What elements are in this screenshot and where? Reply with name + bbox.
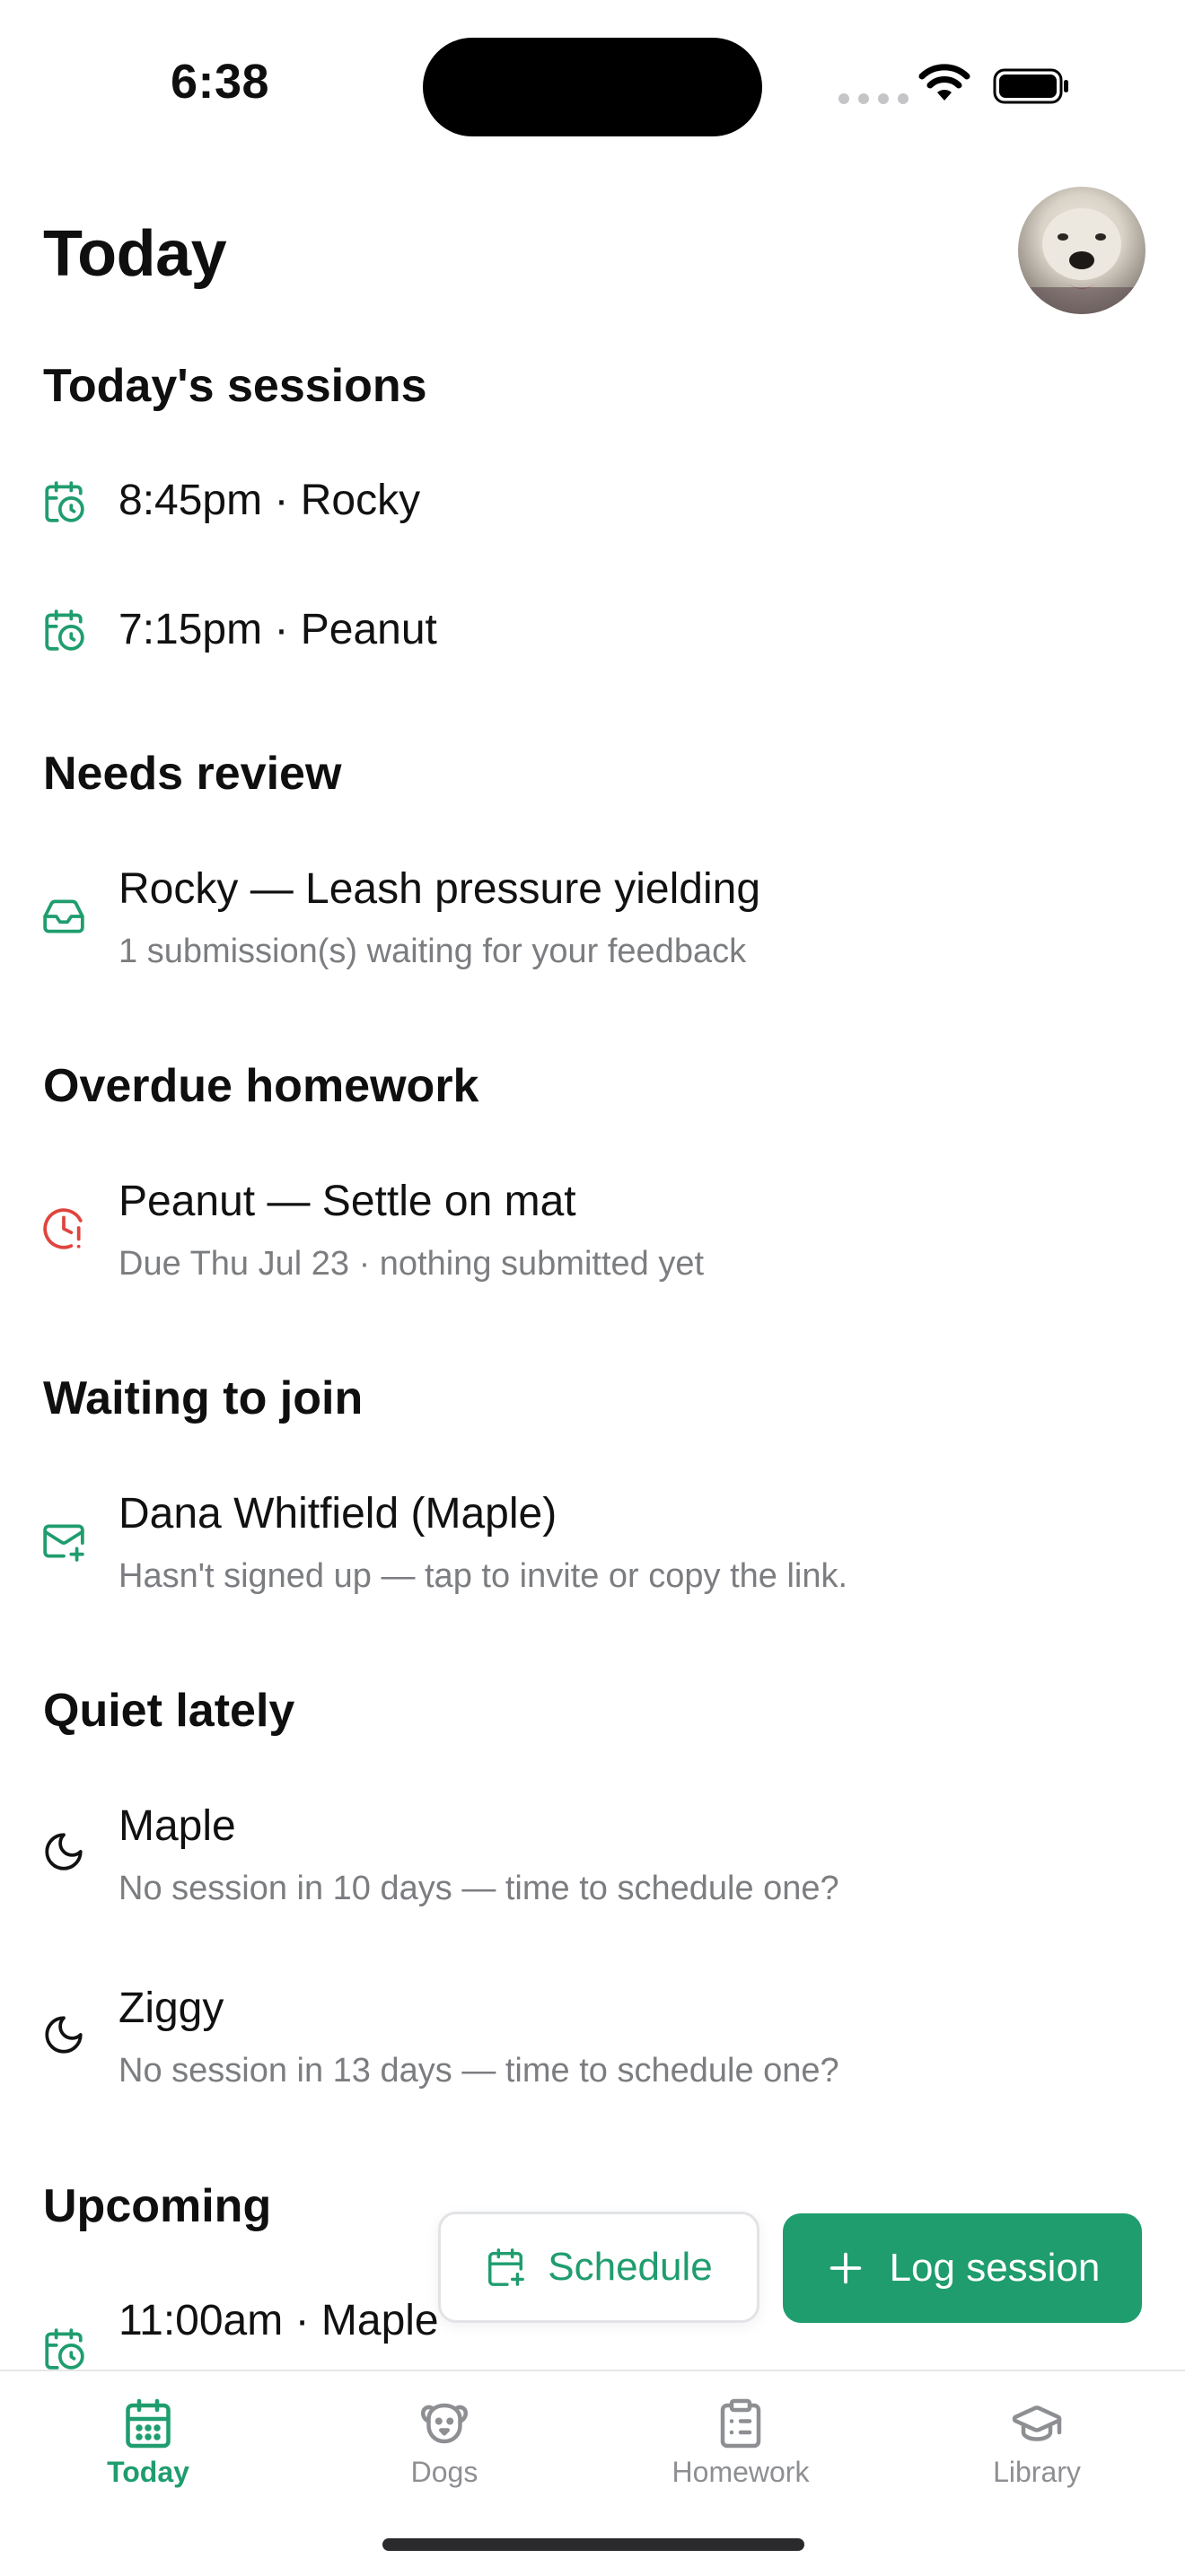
- session-item[interactable]: 8:45pm · Rocky: [118, 474, 420, 528]
- mail-plus-icon: [41, 1519, 86, 1564]
- log-session-button-label: Log session: [889, 2246, 1101, 2290]
- dynamic-island: [423, 38, 762, 136]
- review-item-subtitle: 1 submission(s) waiting for your feedbac…: [118, 933, 747, 970]
- moon-icon: [41, 1829, 86, 1874]
- status-time: 6:38: [171, 55, 270, 109]
- home-indicator: [382, 2538, 804, 2551]
- section-title-waiting-to-join: Waiting to join: [43, 1372, 364, 1424]
- cellular-signal-icon: [838, 93, 908, 104]
- graduation-cap-icon: [1012, 2405, 1062, 2441]
- overdue-item-title[interactable]: Peanut — Settle on mat: [118, 1175, 576, 1229]
- tab-dogs[interactable]: Dogs: [296, 2396, 592, 2489]
- calendar-icon: [126, 2398, 171, 2449]
- calendar-clock-icon: [41, 479, 86, 524]
- quiet-item-title[interactable]: Ziggy: [118, 1982, 224, 2036]
- dog-photo-icon: [1018, 208, 1146, 314]
- section-title-quiet-lately: Quiet lately: [43, 1685, 295, 1737]
- review-item-title[interactable]: Rocky — Leash pressure yielding: [118, 863, 760, 916]
- calendar-plus-icon: [488, 2248, 525, 2286]
- wifi-icon: [917, 63, 971, 104]
- tab-label: Today: [107, 2456, 189, 2488]
- clock-alert-icon: [41, 1206, 86, 1251]
- section-title-overdue-homework: Overdue homework: [43, 1060, 479, 1112]
- section-title-upcoming: Upcoming: [43, 2180, 272, 2232]
- tab-homework[interactable]: Homework: [592, 2396, 889, 2489]
- section-title-needs-review: Needs review: [43, 748, 342, 800]
- tab-label: Dogs: [410, 2456, 478, 2488]
- avatar[interactable]: [1018, 187, 1146, 314]
- section-title-todays-sessions: Today's sessions: [43, 360, 427, 412]
- inbox-icon: [41, 894, 86, 939]
- invite-item-subtitle: Hasn't signed up — tap to invite or copy…: [118, 1557, 848, 1595]
- overdue-item-subtitle: Due Thu Jul 23 · nothing submitted yet: [118, 1245, 705, 1283]
- invite-item-title[interactable]: Dana Whitfield (Maple): [118, 1487, 557, 1541]
- quiet-item-subtitle: No session in 10 days — time to schedule…: [118, 1870, 839, 1907]
- quiet-item-title[interactable]: Maple: [118, 1800, 236, 1853]
- calendar-clock-icon: [41, 608, 86, 653]
- tab-today[interactable]: Today: [0, 2396, 296, 2489]
- schedule-button[interactable]: Schedule: [438, 2212, 759, 2323]
- tab-label: Library: [993, 2456, 1081, 2488]
- tab-label: Homework: [672, 2456, 810, 2488]
- moon-icon: [41, 2012, 86, 2057]
- battery-icon: [993, 68, 1070, 104]
- plus-icon: [830, 2252, 861, 2284]
- page-title: Today: [43, 218, 227, 290]
- tab-library[interactable]: Library: [889, 2396, 1185, 2489]
- dog-icon: [421, 2403, 468, 2444]
- session-item[interactable]: 7:15pm · Peanut: [118, 603, 437, 657]
- upcoming-item[interactable]: 11:00am · Maple: [118, 2294, 439, 2348]
- log-session-button[interactable]: Log session: [783, 2213, 1142, 2323]
- quiet-item-subtitle: No session in 13 days — time to schedule…: [118, 2052, 839, 2090]
- calendar-clock-icon: [41, 2326, 86, 2371]
- clipboard-list-icon: [720, 2398, 761, 2449]
- schedule-button-label: Schedule: [548, 2245, 713, 2289]
